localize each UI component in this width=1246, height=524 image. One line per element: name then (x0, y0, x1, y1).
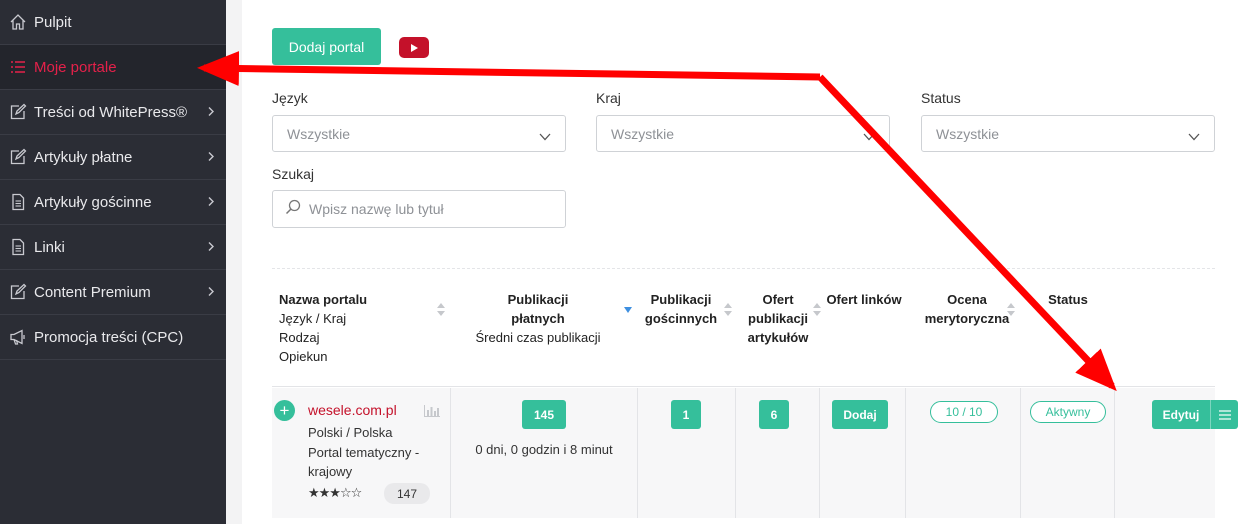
sort-desc-icon[interactable] (624, 307, 632, 313)
list-icon (8, 57, 28, 77)
sidebar-item-moje-portale[interactable]: Moje portale (0, 45, 226, 90)
portal-link[interactable]: wesele.com.pl (308, 402, 397, 418)
search-label: Szukaj (272, 166, 315, 182)
chevron-down-icon (1188, 128, 1200, 144)
article-offers-badge[interactable]: 6 (759, 400, 789, 429)
header-offers[interactable]: Ofert publikacji artykułów (738, 290, 818, 347)
chevron-right-icon (208, 149, 214, 166)
sidebar-item-label: Artykuły gościnne (34, 193, 152, 211)
chevron-down-icon (863, 128, 875, 144)
sidebar: Pulpit Moje portale Treści od WhitePress… (0, 0, 226, 524)
sort-icon[interactable] (724, 303, 732, 316)
add-portal-button[interactable]: Dodaj portal (272, 28, 381, 65)
edit-icon (8, 282, 28, 302)
portal-language-country: Polski / Polska (308, 425, 393, 440)
sidebar-item-label: Linki (34, 238, 65, 256)
header-rating[interactable]: Ocena merytoryczna (912, 290, 1022, 328)
edit-button[interactable]: Edytuj (1152, 400, 1210, 429)
chevron-right-icon (208, 194, 214, 211)
edit-icon (8, 102, 28, 122)
document-icon (8, 237, 28, 257)
language-select[interactable]: Wszystkie (272, 115, 566, 152)
edit-icon (8, 147, 28, 167)
sidebar-item-artykuly-platne[interactable]: Artykuły płatne (0, 135, 226, 180)
header-status: Status (1048, 292, 1088, 307)
status-filter-label: Status (921, 90, 961, 106)
portal-type: Portal tematyczny - (308, 445, 420, 460)
sidebar-item-label: Content Premium (34, 283, 151, 301)
search-icon (285, 199, 301, 220)
divider (272, 268, 1215, 269)
youtube-icon[interactable] (399, 37, 429, 58)
expand-row-button[interactable]: + (274, 400, 295, 421)
sidebar-item-label: Treści od WhitePress® (34, 103, 188, 121)
country-filter-label: Kraj (596, 90, 621, 106)
sort-icon[interactable] (1007, 303, 1015, 316)
sidebar-item-artykuly-goscinne[interactable]: Artykuły gościnne (0, 180, 226, 225)
country-select-value: Wszystkie (611, 125, 674, 142)
stats-icon[interactable] (424, 405, 440, 420)
sidebar-item-label: Moje portale (34, 58, 117, 76)
sidebar-item-linki[interactable]: Linki (0, 225, 226, 270)
paid-publications-badge[interactable]: 145 (522, 400, 566, 429)
portal-type-continued: krajowy (308, 464, 353, 479)
search-input[interactable] (309, 201, 549, 217)
menu-icon[interactable] (1210, 400, 1238, 429)
chevron-right-icon (208, 284, 214, 301)
main-content: Dodaj portal Język Wszystkie Kraj Wszyst… (242, 0, 1246, 524)
chevron-right-icon (208, 239, 214, 256)
status-select[interactable]: Wszystkie (921, 115, 1215, 152)
sidebar-item-promocja-tresci[interactable]: Promocja treści (CPC) (0, 315, 226, 360)
header-name[interactable]: Nazwa portalu Język / Kraj Rodzaj Opieku… (279, 290, 449, 366)
chevron-down-icon (539, 128, 551, 144)
sidebar-item-label: Promocja treści (CPC) (34, 328, 184, 346)
star-rating: ★★★☆☆ (308, 485, 362, 500)
sidebar-item-label: Pulpit (34, 13, 72, 31)
header-links: Ofert linków (826, 292, 902, 307)
content-gutter (226, 0, 242, 524)
language-select-value: Wszystkie (287, 125, 350, 142)
status-select-value: Wszystkie (936, 125, 999, 142)
chevron-right-icon (208, 104, 214, 121)
table-row: + wesele.com.pl Polski / Polska Portal t… (272, 388, 1238, 518)
sidebar-item-pulpit[interactable]: Pulpit (0, 0, 226, 45)
sort-icon[interactable] (437, 303, 445, 316)
document-icon (8, 192, 28, 212)
country-select[interactable]: Wszystkie (596, 115, 890, 152)
merit-rating-badge: 10 / 10 (930, 401, 998, 423)
avg-publication-time: 0 dni, 0 godzin i 8 minut (475, 442, 613, 457)
header-guest[interactable]: Publikacji gościnnych (636, 290, 726, 328)
table-header-border (272, 386, 1215, 387)
sidebar-item-label: Artykuły płatne (34, 148, 133, 166)
sidebar-item-tresci-whitepress[interactable]: Treści od WhitePress® (0, 90, 226, 135)
search-box (272, 190, 566, 228)
status-badge: Aktywny (1030, 401, 1106, 423)
language-filter-label: Język (272, 90, 308, 106)
rating-count-badge: 147 (384, 483, 430, 504)
sidebar-item-content-premium[interactable]: Content Premium (0, 270, 226, 315)
guest-publications-badge[interactable]: 1 (671, 400, 701, 429)
header-paid[interactable]: Publikacji płatnych Średni czas publikac… (452, 290, 624, 347)
add-link-offer-button[interactable]: Dodaj (832, 400, 888, 429)
home-icon (8, 12, 28, 32)
megaphone-icon (8, 327, 28, 347)
